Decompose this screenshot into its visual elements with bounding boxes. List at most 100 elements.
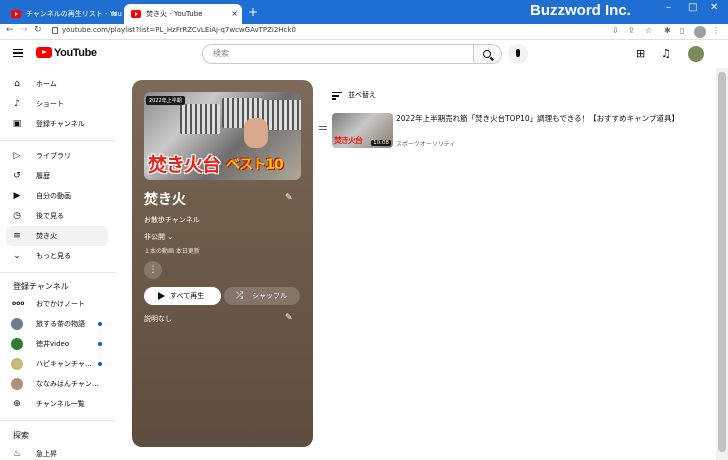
playlist-header-panel: 2022年上半期 焚き火台 ベスト10 焚き火 ✎ お散歩チャンネル 非公開 ⌄… <box>132 80 313 447</box>
sidebar-channel[interactable]: ᴏᴏᴏ おでかけノート <box>6 294 108 314</box>
sidebar-channel[interactable]: ハピキャンチャ… <box>6 354 108 374</box>
forward-icon[interactable]: → <box>20 25 28 35</box>
create-video-icon[interactable]: ⊞ <box>636 47 645 60</box>
search-input[interactable]: 検索 <box>202 44 474 64</box>
browser-tab-bar: チャンネルの再生リスト - YouTube S × 焚き火 - YouTube … <box>0 0 728 24</box>
sort-icon <box>332 92 342 100</box>
shuffle-icon: ⤮ <box>236 291 244 301</box>
close-window-icon[interactable]: ✕ <box>710 2 718 13</box>
youtube-favicon-icon <box>11 10 21 18</box>
video-channel[interactable]: スポーツオーソリティ <box>396 139 456 148</box>
playlist-thumbnail[interactable]: 2022年上半期 焚き火台 ベスト10 <box>144 92 301 180</box>
extensions-icon[interactable]: ✱ <box>664 26 671 35</box>
close-tab-icon[interactable]: × <box>111 4 118 24</box>
sidebar-channel[interactable]: 徳井video <box>6 334 108 354</box>
thumb-title-yellow: ベスト10 <box>226 157 284 173</box>
sidebar-item-watch-later[interactable]: ◷ 後で見る <box>6 206 108 226</box>
reload-icon[interactable]: ↻ <box>34 25 42 35</box>
search-button[interactable] <box>474 44 502 64</box>
sidebar-item-subscriptions[interactable]: ▣ 登録チャンネル <box>6 114 108 134</box>
sidebar-item-label: 徳井video <box>36 340 70 348</box>
chevron-down-icon: ⌄ <box>167 233 174 241</box>
scrollbar-thumb[interactable] <box>718 72 726 452</box>
channel-avatar <box>11 318 23 330</box>
browser-tab-playlists[interactable]: チャンネルの再生リスト - YouTube S × <box>4 4 122 24</box>
sidepanel-icon[interactable]: ▯ <box>680 26 684 35</box>
watermark-brand: Buzzword Inc. <box>530 2 631 19</box>
sidebar-channel[interactable]: ななみはんチャン… <box>6 374 108 394</box>
thumb-title-red: 焚き火台 <box>148 154 221 176</box>
sidebar-item-show-more[interactable]: ⌄ もっと見る <box>6 246 108 266</box>
sidebar-channel[interactable]: 旅する茶の物語 <box>6 314 108 334</box>
sidebar-item-all-channels[interactable]: ⊕ チャンネル一覧 <box>6 394 108 414</box>
sidebar-item-my-videos[interactable]: ▶ 自分の動画 <box>6 186 108 206</box>
explore-heading: 探索 <box>13 431 29 440</box>
trending-icon: ♨ <box>12 449 22 459</box>
new-content-dot <box>98 322 102 326</box>
sidebar-item-label: 履歴 <box>36 172 50 180</box>
sidebar-item-trending[interactable]: ♨ 急上昇 <box>6 444 108 460</box>
thumb-badge: 2022年上半期 <box>146 96 185 105</box>
sidebar-item-shorts[interactable]: ♪ ショート <box>6 94 108 114</box>
privacy-dropdown[interactable]: 非公開 ⌄ <box>144 232 173 242</box>
sidebar-item-label: 登録チャンネル <box>36 120 85 128</box>
sidebar-item-library[interactable]: ▷ ライブラリ <box>6 146 108 166</box>
sidebar-item-label: 自分の動画 <box>36 192 71 200</box>
url-field[interactable]: youtube.com/playlist?list=PL_HzFrRZCvLEi… <box>62 26 296 34</box>
sidebar-divider <box>0 272 116 273</box>
bookmark-star-icon[interactable]: ☆ <box>645 26 652 35</box>
channel-logo-icon: ᴏᴏᴏ <box>12 300 25 307</box>
edit-title-pencil-icon[interactable]: ✎ <box>285 193 295 203</box>
playlist-description: 説明なし <box>144 315 172 323</box>
video-title[interactable]: 2022年上半期売れ筋「焚き火台TOP10」調理もできる！【おすすめキャンプ道具… <box>396 113 686 124</box>
close-tab-icon[interactable]: × <box>231 4 238 24</box>
more-actions-button[interactable]: ⋮ <box>144 261 162 279</box>
sidebar-item-label: ホーム <box>36 80 57 88</box>
hamburger-menu-icon[interactable] <box>13 49 23 57</box>
page-scrollbar[interactable] <box>716 68 728 460</box>
account-avatar[interactable] <box>688 46 704 62</box>
maximize-icon[interactable]: □ <box>688 2 697 13</box>
back-icon[interactable]: ← <box>6 25 14 35</box>
browser-menu-icon[interactable]: ⋮ <box>712 26 720 35</box>
voice-search-icon[interactable] <box>508 44 528 64</box>
shuffle-label: シャッフル <box>252 292 287 300</box>
sidebar-item-label: ハピキャンチャ… <box>36 360 92 368</box>
add-circle-icon: ⊕ <box>13 399 21 409</box>
video-thumbnail[interactable]: 焚き火台 10:08 <box>332 113 393 148</box>
drag-handle-icon[interactable] <box>319 126 327 130</box>
sidebar-item-label: 後で見る <box>36 212 64 220</box>
edit-description-pencil-icon[interactable]: ✎ <box>285 313 295 323</box>
sidebar-item-history[interactable]: ↺ 履歴 <box>6 166 108 186</box>
play-all-button[interactable]: すべて再生 <box>144 287 221 305</box>
share-icon[interactable]: ⇪ <box>628 26 635 35</box>
sidebar-item-label: もっと見る <box>36 252 71 260</box>
playlist-icon: ≡ <box>13 231 21 241</box>
youtube-logo-icon[interactable] <box>36 47 52 58</box>
watch-later-icon: ◷ <box>13 211 21 221</box>
sidebar-item-label: 旅する茶の物語 <box>36 320 85 328</box>
sidebar-divider <box>0 140 116 141</box>
notifications-bell-icon[interactable]: ♫ <box>661 47 671 60</box>
new-tab-button[interactable]: + <box>248 5 258 19</box>
minimize-icon[interactable]: – <box>666 2 671 13</box>
channel-avatar <box>11 358 23 370</box>
sidebar-item-playlist-takibi[interactable]: ≡ 焚き火 <box>6 226 108 246</box>
tab-title: 焚き火 - YouTube <box>146 10 203 18</box>
browser-profile-avatar[interactable] <box>694 26 706 38</box>
install-icon[interactable]: ⇩ <box>612 26 619 35</box>
address-bar: ← → ↻ youtube.com/playlist?list=PL_HzFrR… <box>0 24 728 40</box>
subscriptions-icon: ▣ <box>12 119 22 129</box>
youtube-logo-text[interactable]: YouTube <box>54 47 97 59</box>
shuffle-button[interactable]: ⤮ シャッフル <box>224 287 300 305</box>
sidebar-item-label: 急上昇 <box>36 450 57 458</box>
sidebar-item-home[interactable]: ⌂ ホーム <box>6 74 108 94</box>
sidebar-item-label: チャンネル一覧 <box>36 400 85 408</box>
presenter-image <box>244 118 268 148</box>
list-item[interactable]: 焚き火台 10:08 2022年上半期売れ筋「焚き火台TOP10」調理もできる！… <box>316 110 716 152</box>
sidebar-item-label: 焚き火 <box>36 232 57 240</box>
new-content-dot <box>98 342 102 346</box>
playlist-owner[interactable]: お散歩チャンネル <box>144 215 200 225</box>
privacy-label: 非公開 <box>144 233 165 241</box>
browser-tab-active[interactable]: 焚き火 - YouTube × <box>124 4 242 24</box>
